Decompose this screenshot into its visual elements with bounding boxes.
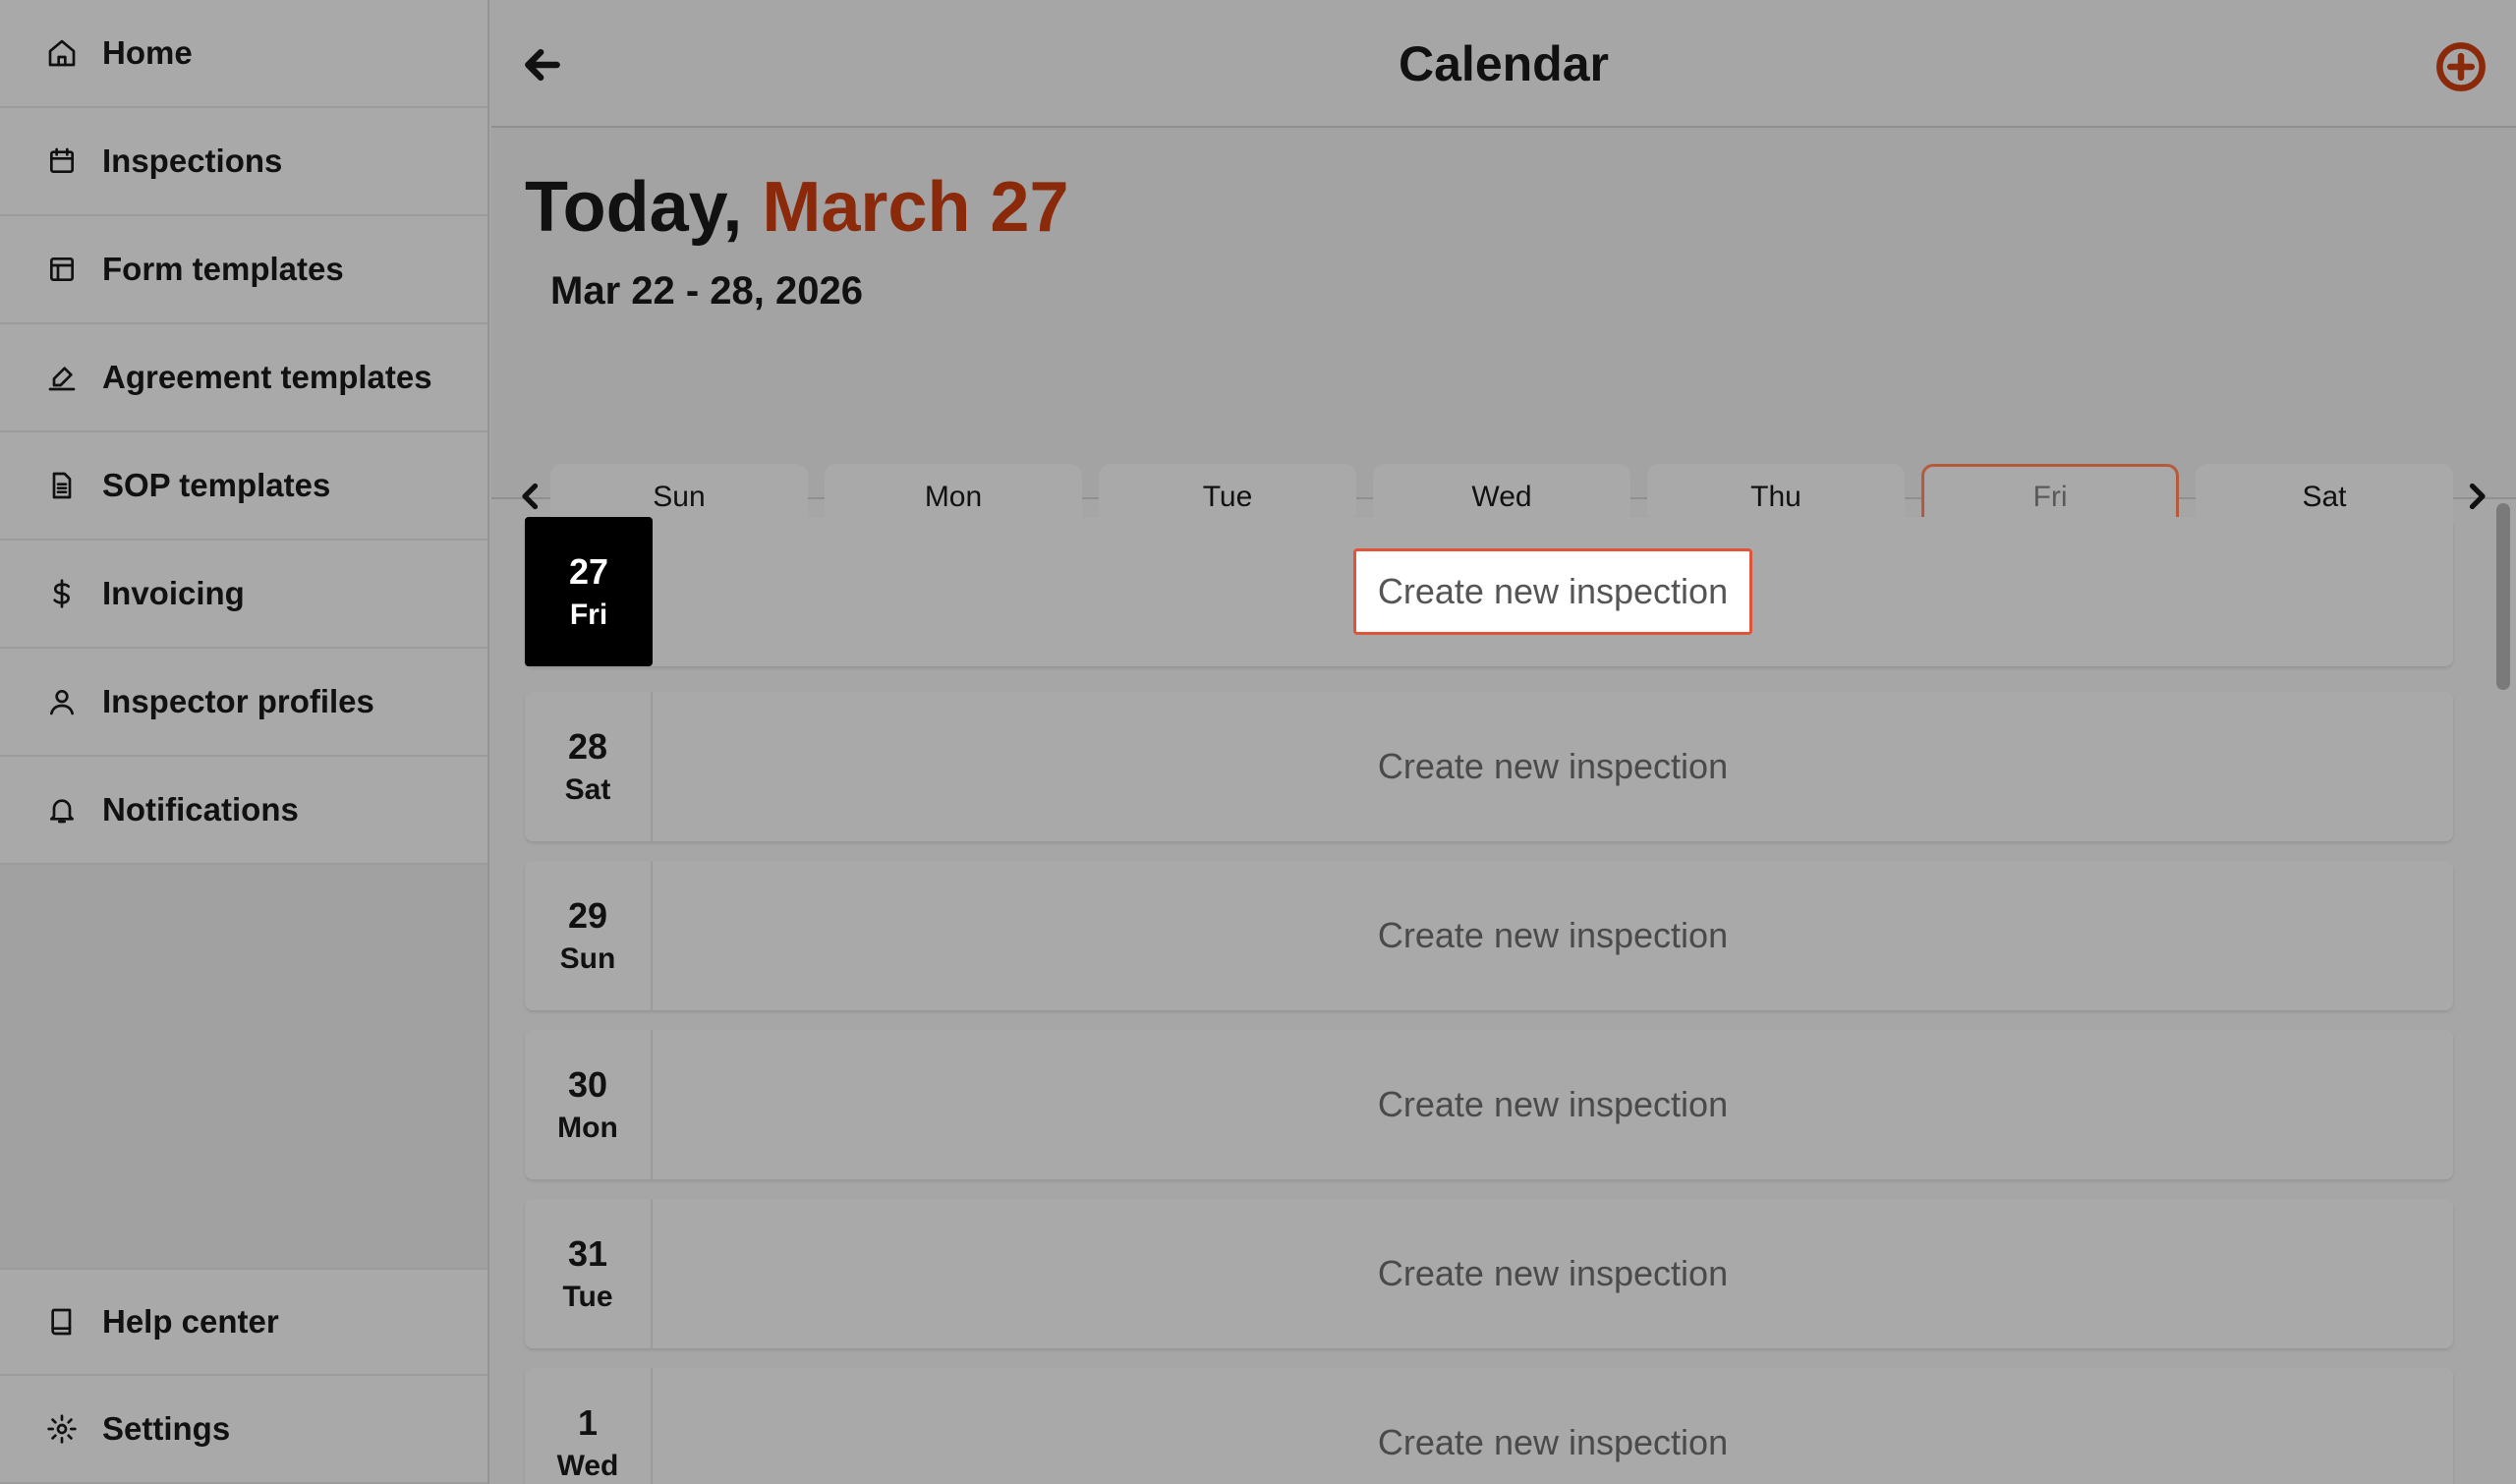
day-row-weekday: Sat	[564, 773, 611, 806]
day-row-number: 29	[567, 895, 608, 936]
sidebar-item-label: Help center	[102, 1303, 279, 1340]
sidebar-item-inspector-profiles[interactable]: Inspector profiles	[0, 649, 487, 757]
layout-icon	[45, 253, 79, 286]
day-row-body: Create new inspection	[653, 1064, 2453, 1145]
day-row-body: Create new inspection	[653, 895, 2453, 976]
user-icon	[45, 685, 79, 718]
day-row: 29 Sun Create new inspection	[525, 861, 2453, 1010]
today-date: March 27	[762, 168, 1069, 247]
sidebar-item-settings[interactable]: Settings	[0, 1376, 487, 1484]
sidebar-nav: Home Inspections Form templates Agreemen…	[0, 0, 487, 865]
sidebar-item-label: Inspections	[102, 143, 283, 179]
create-inspection-button[interactable]: Create new inspection	[1356, 1233, 1749, 1314]
sidebar: Home Inspections Form templates Agreemen…	[0, 0, 489, 1484]
day-row: 27 Fri Create new inspection	[525, 517, 2453, 666]
day-name: Sat	[2302, 481, 2347, 513]
sidebar-item-label: SOP templates	[102, 467, 331, 503]
week-range: Mar 22 - 28, 2026	[550, 269, 863, 313]
day-date: 30 Mon	[525, 1030, 653, 1179]
day-row-weekday: Mon	[557, 1112, 618, 1144]
day-row: 30 Mon Create new inspection	[525, 1030, 2453, 1179]
top-bar: Calendar	[491, 0, 2516, 128]
scrollbar[interactable]	[2496, 503, 2510, 690]
day-row-weekday: Wed	[556, 1450, 619, 1482]
day-name: Tue	[1202, 481, 1253, 513]
day-date: 1 Wed	[525, 1368, 653, 1484]
sidebar-item-label: Inspector profiles	[102, 683, 374, 719]
create-inspection-button[interactable]: Create new inspection	[1352, 548, 1753, 635]
day-date: 28 Sat	[525, 692, 653, 841]
page-title: Calendar	[1399, 36, 1609, 91]
sidebar-item-label: Form templates	[102, 251, 344, 287]
day-row-number: 30	[567, 1064, 608, 1105]
sidebar-item-home[interactable]: Home	[0, 0, 487, 108]
day-row-number: 27	[568, 551, 609, 592]
chevron-left-icon	[522, 483, 539, 510]
week-header: Today, March 27 Mar 22 - 28, 2026 Sun 22…	[491, 128, 2516, 594]
day-row-number: 31	[567, 1233, 608, 1274]
book-icon	[45, 1305, 79, 1339]
day-date: 29 Sun	[525, 861, 653, 1010]
sidebar-item-label: Agreement templates	[102, 359, 432, 395]
day-name: Mon	[924, 481, 983, 513]
day-row-body: Create new inspection	[653, 1233, 2453, 1314]
home-icon	[45, 36, 79, 70]
day-row-weekday: Sun	[559, 942, 616, 975]
next-week-button[interactable]	[2459, 477, 2494, 516]
main-content: Calendar Today, March 27 Mar 22 - 28, 20…	[491, 0, 2516, 1484]
sidebar-item-inspections[interactable]: Inspections	[0, 108, 487, 216]
create-inspection-button[interactable]: Create new inspection	[1356, 1064, 1749, 1145]
day-row-weekday: Fri	[569, 599, 608, 631]
day-name: Wed	[1471, 481, 1532, 513]
create-inspection-button[interactable]: Create new inspection	[1356, 895, 1749, 976]
sidebar-bottom-nav: Help center Settings	[0, 1268, 487, 1484]
sidebar-item-sop-templates[interactable]: SOP templates	[0, 432, 487, 541]
bell-icon	[45, 793, 79, 827]
day-row-weekday: Tue	[562, 1281, 613, 1313]
plus-circle-icon	[2436, 42, 2486, 91]
sidebar-item-agreement-templates[interactable]: Agreement templates	[0, 324, 487, 432]
chevron-right-icon	[2469, 483, 2486, 510]
day-row-number: 1	[577, 1402, 599, 1443]
day-date: 31 Tue	[525, 1199, 653, 1348]
day-row-body: Create new inspection	[653, 1402, 2453, 1483]
sidebar-item-notifications[interactable]: Notifications	[0, 757, 487, 865]
sidebar-item-label: Home	[102, 34, 193, 71]
document-icon	[45, 469, 79, 502]
day-date: 27 Fri	[525, 517, 653, 666]
sidebar-item-label: Notifications	[102, 791, 299, 828]
sidebar-item-form-templates[interactable]: Form templates	[0, 216, 487, 324]
dollar-icon	[45, 577, 79, 610]
today-heading: Today, March 27	[525, 167, 1069, 248]
sidebar-item-label: Settings	[102, 1410, 231, 1447]
gear-icon	[45, 1412, 79, 1446]
day-name: Thu	[1750, 481, 1801, 513]
signature-icon	[45, 361, 79, 394]
calendar-icon	[45, 144, 79, 178]
day-row-body: Create new inspection	[653, 726, 2453, 807]
day-row: 1 Wed Create new inspection	[525, 1368, 2453, 1484]
day-name: Sun	[653, 481, 706, 513]
day-row-number: 28	[567, 726, 608, 767]
today-prefix: Today,	[525, 168, 743, 247]
sidebar-item-invoicing[interactable]: Invoicing	[0, 541, 487, 649]
add-inspection-button[interactable]	[2435, 41, 2487, 92]
sidebar-item-label: Invoicing	[102, 575, 245, 611]
day-row: 31 Tue Create new inspection	[525, 1199, 2453, 1348]
day-name: Fri	[2032, 481, 2068, 513]
day-row: 28 Sat Create new inspection	[525, 692, 2453, 841]
day-row-body: Create new inspection	[653, 548, 2453, 635]
create-inspection-button[interactable]: Create new inspection	[1356, 1402, 1749, 1483]
previous-week-button[interactable]	[513, 477, 548, 516]
create-inspection-button[interactable]: Create new inspection	[1356, 726, 1749, 807]
sidebar-item-help-center[interactable]: Help center	[0, 1268, 487, 1376]
